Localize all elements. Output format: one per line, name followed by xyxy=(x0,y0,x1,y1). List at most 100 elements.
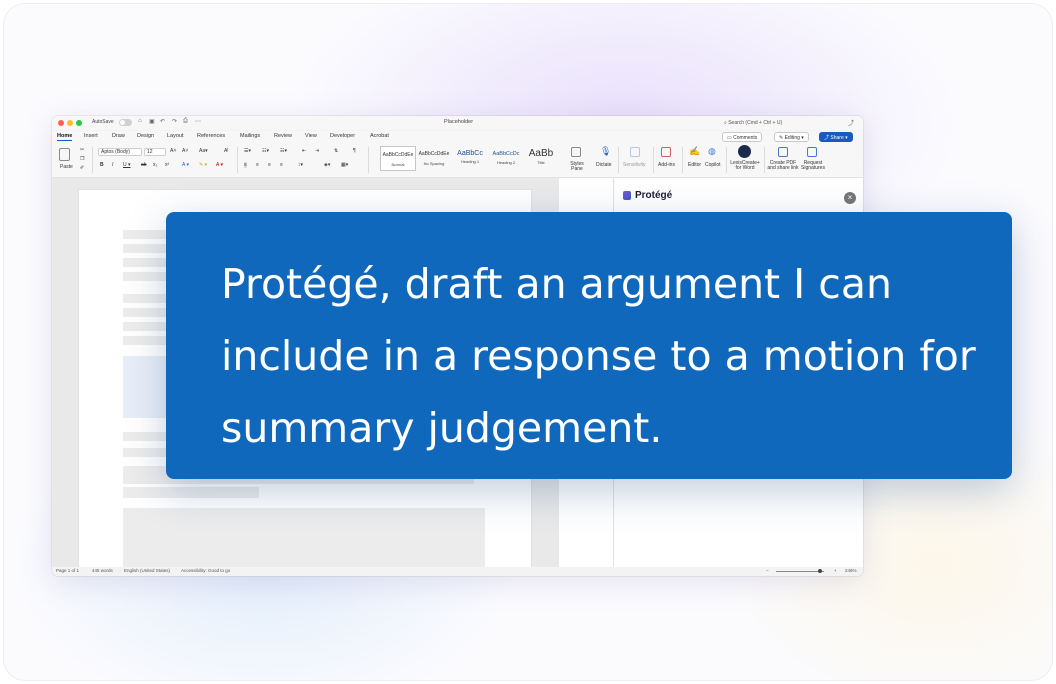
grow-font-icon[interactable]: A˄ xyxy=(170,148,176,154)
home-icon[interactable]: ⌂ xyxy=(138,118,142,124)
style-name: No Spacing xyxy=(423,161,445,166)
undo-icon[interactable]: ↶ xyxy=(160,118,165,125)
editor-icon[interactable]: ✍ xyxy=(689,146,700,157)
search-input[interactable]: ⌕ Search (Cmd + Ctrl + U) xyxy=(720,118,840,128)
italic-button[interactable]: I xyxy=(112,162,113,168)
redo-icon[interactable]: ↷ xyxy=(172,118,177,125)
paste-icon[interactable] xyxy=(59,148,70,161)
comment-icon: ▭ xyxy=(727,135,732,141)
text-effects-icon[interactable]: A ▾ xyxy=(182,162,189,168)
styles-pane-icon[interactable] xyxy=(571,147,581,157)
style-heading-1[interactable]: AaBbCc Heading 1 xyxy=(452,146,488,171)
share-icon-small[interactable]: ⤴ xyxy=(848,118,854,127)
print-icon[interactable]: ⎙ xyxy=(183,118,188,125)
dictate-label: Dictate xyxy=(596,162,612,168)
copy-icon[interactable]: ❐ xyxy=(80,156,84,162)
shrink-font-icon[interactable]: A˅ xyxy=(182,148,188,154)
request-signatures-icon[interactable] xyxy=(807,147,817,157)
copilot-label: Copilot xyxy=(705,162,721,168)
create-pdf-icon[interactable] xyxy=(778,147,788,157)
multilevel-list-icon[interactable]: ☵▾ xyxy=(280,148,287,154)
tab-design[interactable]: Design xyxy=(137,133,154,139)
shading-icon[interactable]: ◈▾ xyxy=(324,162,330,168)
tab-references[interactable]: References xyxy=(197,133,225,139)
show-marks-icon[interactable]: ¶ xyxy=(353,148,356,154)
strikethrough-button[interactable]: ab xyxy=(141,162,147,168)
more-icon[interactable]: ⋯ xyxy=(195,118,201,125)
autosave-toggle[interactable] xyxy=(119,119,132,126)
tab-layout[interactable]: Layout xyxy=(167,133,184,139)
align-left-icon[interactable]: ≡ xyxy=(244,162,247,168)
ribbon-separator xyxy=(726,147,727,173)
ribbon-tabs: Home Insert Draw Design Layout Reference… xyxy=(52,131,863,144)
save-icon[interactable]: ▣ xyxy=(149,118,155,125)
zoom-in-button[interactable]: + xyxy=(834,568,837,573)
tab-review[interactable]: Review xyxy=(274,133,292,139)
text-block xyxy=(123,508,485,570)
bold-button[interactable]: B xyxy=(100,162,104,168)
cut-icon[interactable]: ✂ xyxy=(80,147,84,153)
align-right-icon[interactable]: ≡ xyxy=(268,162,271,168)
style-sample: AaBbCcDc xyxy=(492,151,520,157)
sensitivity-icon[interactable] xyxy=(630,147,640,157)
sort-icon[interactable]: ⇅ xyxy=(334,148,338,154)
font-color-icon[interactable]: A ▾ xyxy=(216,162,223,168)
line-spacing-icon[interactable]: ↕▾ xyxy=(298,162,303,168)
change-case-icon[interactable]: Aa▾ xyxy=(199,148,208,154)
clear-formatting-icon[interactable]: A̸ xyxy=(224,148,227,154)
format-painter-icon[interactable]: ✐ xyxy=(80,165,84,171)
ribbon-separator xyxy=(618,147,619,173)
styles-gallery: AaBbCcDdEe Normal AaBbCcDdEe No Spacing … xyxy=(375,146,558,171)
tab-acrobat[interactable]: Acrobat xyxy=(370,133,389,139)
style-title[interactable]: AaBb Title xyxy=(523,146,559,171)
style-sample: AaBbCcDdEe xyxy=(382,152,414,158)
accessibility-status[interactable]: Accessibility: Good to go xyxy=(181,568,230,573)
zoom-slider[interactable] xyxy=(776,571,824,572)
style-heading-2[interactable]: AaBbCcDc Heading 2 xyxy=(488,146,524,171)
highlight-icon[interactable]: ✎ ▾ xyxy=(199,162,207,168)
superscript-button[interactable]: x² xyxy=(165,162,169,168)
lexis-icon[interactable] xyxy=(738,145,751,158)
share-button[interactable]: ⤴ Share ▾ xyxy=(819,132,853,142)
bullets-icon[interactable]: ☰▾ xyxy=(244,148,251,154)
close-icon[interactable]: × xyxy=(844,192,856,204)
tab-insert[interactable]: Insert xyxy=(84,133,98,139)
word-count: 445 words xyxy=(92,568,113,573)
align-center-icon[interactable]: ≡ xyxy=(256,162,259,168)
zoom-slider-handle[interactable] xyxy=(818,569,822,573)
subscript-button[interactable]: x₂ xyxy=(153,162,157,168)
ribbon: Paste ✂ ❐ ✐ Aptos (Body) 12 A˄ A˅ Aa▾ A̸… xyxy=(52,144,863,178)
share-label: Share xyxy=(830,135,844,141)
style-normal[interactable]: AaBbCcDdEe Normal xyxy=(380,146,416,171)
decrease-indent-icon[interactable]: ⇤ xyxy=(302,148,306,154)
language-status[interactable]: English (United States) xyxy=(124,568,170,573)
tab-mailings[interactable]: Mailings xyxy=(240,133,260,139)
tab-home[interactable]: Home xyxy=(57,133,73,141)
microphone-icon[interactable]: 🎙 xyxy=(600,146,611,157)
zoom-out-button[interactable]: − xyxy=(766,568,769,573)
add-ins-icon[interactable] xyxy=(661,147,671,157)
status-bar: Page 1 of 1 445 words English (United St… xyxy=(52,567,863,576)
style-no-spacing[interactable]: AaBbCcDdEe No Spacing xyxy=(416,146,452,171)
showcase-card: AutoSave ⌂ ▣ ↶ ↷ ⎙ ⋯ Placeholder ⌕ Searc… xyxy=(3,3,1053,681)
comments-label: Comments xyxy=(733,135,758,141)
underline-button[interactable]: U ▾ xyxy=(123,162,131,168)
close-window-button[interactable] xyxy=(58,120,64,126)
comments-button[interactable]: ▭ Comments xyxy=(722,132,763,142)
search-placeholder: Search (Cmd + Ctrl + U) xyxy=(728,120,783,126)
zoom-window-button[interactable] xyxy=(76,120,82,126)
tab-view[interactable]: View xyxy=(305,133,317,139)
numbering-icon[interactable]: ☷▾ xyxy=(262,148,269,154)
copilot-icon[interactable]: ◍ xyxy=(708,146,716,157)
tab-draw[interactable]: Draw xyxy=(112,133,125,139)
minimize-window-button[interactable] xyxy=(67,120,73,126)
styles-pane-label: Styles Pane xyxy=(570,161,584,172)
increase-indent-icon[interactable]: ⇥ xyxy=(315,148,319,154)
tab-developer[interactable]: Developer xyxy=(330,133,355,139)
protege-logo-icon xyxy=(623,191,631,200)
sensitivity-label: Sensitivity xyxy=(623,162,646,168)
borders-icon[interactable]: ▦▾ xyxy=(341,162,348,168)
editing-button[interactable]: ✎ Editing ▾ xyxy=(774,132,809,142)
justify-icon[interactable]: ≡ xyxy=(280,162,283,168)
title-bar: AutoSave ⌂ ▣ ↶ ↷ ⎙ ⋯ Placeholder ⌕ Searc… xyxy=(52,116,863,130)
